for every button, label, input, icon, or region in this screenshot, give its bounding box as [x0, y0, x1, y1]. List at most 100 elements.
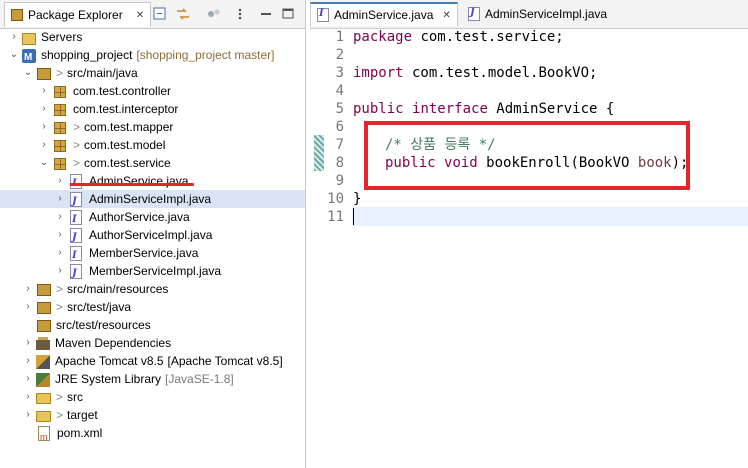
tree-item-package[interactable]: › > com.test.model [38, 136, 165, 154]
package-explorer-panel: Package Explorer ✕ › Servers ⌄ M shoppin… [0, 0, 306, 468]
annotation-box [364, 121, 690, 190]
tree-item-label: AdminServiceImpl.java [89, 192, 212, 206]
tree-item-package[interactable]: › com.test.interceptor [38, 100, 178, 118]
tree-item-java-file-selected[interactable]: › J AdminServiceImpl.java [0, 190, 305, 208]
chevron-right-icon[interactable]: › [22, 334, 34, 352]
tree-item-tomcat[interactable]: › Apache Tomcat v8.5 [Apache Tomcat v8.5… [22, 352, 283, 370]
chevron-right-icon[interactable]: › [22, 406, 34, 424]
keyword: package [353, 29, 413, 45]
tab-label: AdminService.java [334, 8, 434, 22]
chevron-right-icon[interactable]: › [22, 370, 34, 388]
chevron-right-icon[interactable]: › [38, 136, 50, 154]
keyword: interface [412, 101, 488, 117]
tab-adminservice[interactable]: I AdminService.java ✕ [310, 2, 458, 26]
maximize-icon[interactable] [280, 6, 296, 22]
tree-item-src[interactable]: › > src [22, 388, 83, 406]
tree-item-java-file[interactable]: › I AuthorService.java [54, 208, 190, 226]
editor-tabbar: I AdminService.java ✕ J AdminServiceImpl… [310, 0, 748, 29]
tomcat-library-icon [36, 355, 50, 369]
package-explorer-icon [11, 9, 23, 21]
chevron-down-icon[interactable]: ⌄ [38, 154, 50, 172]
chevron-right-icon[interactable]: › [22, 352, 34, 370]
link-with-editor-icon[interactable] [175, 6, 191, 22]
source-folder-icon [37, 320, 51, 332]
tree-item-package[interactable]: › > com.test.mapper [38, 118, 173, 136]
tree-item-src-test-java[interactable]: › > src/test/java [22, 298, 131, 316]
tree-item-label: MemberService.java [89, 246, 199, 260]
tree-item-src-main-resources[interactable]: › > src/main/resources [22, 280, 168, 298]
java-file-icon: J [70, 192, 82, 207]
java-interface-file-icon: I [70, 210, 82, 225]
tree-item-java-file[interactable]: › I MemberService.java [54, 244, 198, 262]
chevron-right-icon[interactable]: › [54, 244, 66, 262]
package-icon [54, 158, 66, 170]
collapse-all-icon[interactable] [152, 6, 168, 22]
chevron-down-icon[interactable]: ⌄ [8, 46, 20, 64]
tree-item-label: pom.xml [57, 426, 103, 440]
chevron-right-icon[interactable]: › [54, 262, 66, 280]
tree-item-jre[interactable]: › JRE System Library [JavaSE-1.8] [22, 370, 234, 388]
text-caret [353, 208, 354, 225]
tree-item-label: src/test/resources [56, 318, 151, 332]
tree-item-package[interactable]: ⌄ > com.test.service [38, 154, 171, 172]
close-icon[interactable]: ✕ [442, 10, 450, 21]
line-number: 8 [335, 155, 344, 171]
tree-item-servers[interactable]: › Servers [8, 28, 82, 46]
chevron-right-icon[interactable]: › [54, 208, 66, 226]
chevron-right-icon[interactable]: › [54, 226, 66, 244]
minimize-icon[interactable] [258, 6, 274, 22]
chevron-right-icon[interactable]: › [22, 388, 34, 406]
tree-item-shopping-project[interactable]: ⌄ shopping_project [shopping_project mas… [8, 46, 275, 67]
java-interface-file-icon: I [317, 8, 329, 22]
folder-icon [36, 393, 51, 404]
tree-item-src-main-java[interactable]: ⌄ > src/main/java [22, 64, 138, 82]
code-line-10: } [353, 191, 362, 207]
code-text: AdminService { [487, 101, 615, 117]
tree-item-label: com.test.controller [73, 84, 172, 98]
line-number: 3 [335, 65, 344, 81]
tree-item-java-file[interactable]: › J MemberServiceImpl.java [54, 262, 221, 280]
java-interface-file-icon: I [70, 246, 82, 261]
git-change-marker: > [56, 300, 64, 314]
tree-item-label: Servers [41, 30, 83, 44]
line-number: 10 [327, 191, 344, 207]
tree-item-decoration: [Apache Tomcat v8.5] [167, 354, 283, 368]
line-number: 11 [327, 209, 344, 225]
code-text: com.test.service; [412, 29, 564, 45]
tree-item-src-test-resources[interactable]: src/test/resources [22, 316, 151, 334]
chevron-down-icon[interactable]: ⌄ [22, 64, 34, 82]
chevron-right-icon[interactable]: › [22, 298, 34, 316]
git-branch-label: [shopping_project master] [136, 48, 275, 62]
tree-item-label: com.test.interceptor [73, 102, 179, 116]
tree-item-target[interactable]: › > target [22, 406, 98, 424]
tree-item-label: src/main/java [67, 66, 138, 80]
tree-item-maven-dependencies[interactable]: › Maven Dependencies [22, 334, 171, 352]
chevron-right-icon[interactable]: › [8, 28, 20, 46]
chevron-right-icon[interactable]: › [38, 118, 50, 136]
tree-item-pom[interactable]: pom.xml [22, 424, 103, 446]
editor-panel: I AdminService.java ✕ J AdminServiceImpl… [310, 0, 748, 468]
line-number: 9 [335, 173, 344, 189]
chevron-right-icon[interactable]: › [38, 82, 50, 100]
keyword: public [353, 101, 404, 117]
package-explorer-tab[interactable]: Package Explorer ✕ [4, 2, 152, 27]
tree-item-java-file[interactable]: › J AuthorServiceImpl.java [54, 226, 212, 244]
tab-adminserviceimpl[interactable]: J AdminServiceImpl.java [462, 2, 613, 26]
servers-folder-icon [22, 32, 36, 45]
focus-icon[interactable] [206, 6, 222, 22]
source-folder-icon [37, 302, 51, 314]
view-menu-icon[interactable] [232, 6, 248, 22]
tree-item-label: AuthorService.java [89, 210, 190, 224]
code-line-3: import com.test.model.BookVO; [353, 64, 597, 82]
tree-item-package[interactable]: › com.test.controller [38, 82, 171, 100]
code-area[interactable]: 1 2 3 4 5 6 7 8 9 10 11 package com.test… [310, 28, 748, 468]
java-file-icon: J [468, 7, 480, 21]
chevron-right-icon[interactable]: › [22, 280, 34, 298]
close-icon[interactable]: ✕ [136, 10, 144, 21]
tree-item-java-file[interactable]: › I AdminService.java [54, 172, 188, 190]
chevron-right-icon[interactable]: › [38, 100, 50, 118]
chevron-right-icon[interactable]: › [54, 190, 66, 208]
folder-icon [36, 411, 51, 422]
chevron-right-icon[interactable]: › [54, 172, 66, 190]
